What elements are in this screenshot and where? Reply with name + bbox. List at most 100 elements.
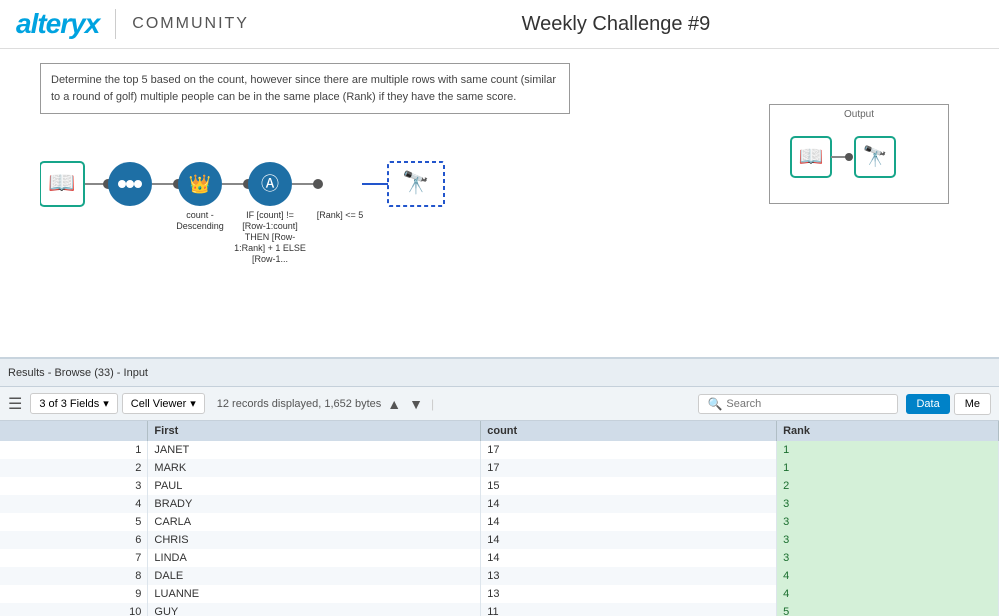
output-nodes: 📖 🔭 bbox=[789, 129, 929, 189]
svg-text:[Row-1:count]: [Row-1:count] bbox=[242, 221, 298, 231]
results-bar-label: Results - Browse (33) - Input bbox=[8, 367, 148, 379]
workflow: 📖 👑 Ⓐ 🔭 count - Descending IF [count] !=… bbox=[40, 129, 580, 329]
cell-count: 14 bbox=[481, 531, 777, 549]
header: alteryx COMMUNITY Weekly Challenge #9 bbox=[0, 0, 999, 49]
cell-first: GUY bbox=[148, 603, 481, 616]
col-header-count: count bbox=[481, 421, 777, 441]
sort-up-button[interactable]: ▲ bbox=[385, 396, 403, 412]
cell-rank: 1 bbox=[777, 441, 999, 459]
cell-record: 7 bbox=[0, 549, 148, 567]
cell-rank: 4 bbox=[777, 585, 999, 603]
svg-text:📖: 📖 bbox=[48, 170, 75, 195]
cell-rank: 3 bbox=[777, 531, 999, 549]
cell-first: JANET bbox=[148, 441, 481, 459]
cell-rank: 3 bbox=[777, 495, 999, 513]
table-row: 9LUANNE134 bbox=[0, 585, 999, 603]
cell-first: PAUL bbox=[148, 477, 481, 495]
table-row: 3PAUL152 bbox=[0, 477, 999, 495]
cell-count: 14 bbox=[481, 495, 777, 513]
cell-rank: 5 bbox=[777, 603, 999, 616]
challenge-title: Weekly Challenge #9 bbox=[522, 13, 711, 36]
cell-first: CHRIS bbox=[148, 531, 481, 549]
cell-viewer-dropdown-icon: ▾ bbox=[190, 397, 196, 410]
header-divider bbox=[115, 9, 116, 39]
cell-record: 3 bbox=[0, 477, 148, 495]
columns-icon[interactable]: ☰ bbox=[8, 394, 22, 414]
table-row: 10GUY115 bbox=[0, 603, 999, 616]
table-container[interactable]: First count Rank 1JANET1712MARK1713PAUL1… bbox=[0, 421, 999, 616]
table-row: 1JANET171 bbox=[0, 441, 999, 459]
cell-record: 1 bbox=[0, 441, 148, 459]
logo: alteryx bbox=[16, 8, 99, 40]
svg-text:Descending: Descending bbox=[176, 221, 224, 231]
svg-text:[Row-1...: [Row-1... bbox=[252, 254, 288, 264]
svg-text:[Rank] <= 5: [Rank] <= 5 bbox=[317, 210, 364, 220]
cell-first: CARLA bbox=[148, 513, 481, 531]
table-body: 1JANET1712MARK1713PAUL1524BRADY1435CARLA… bbox=[0, 441, 999, 616]
fields-btn-label: 3 of 3 Fields bbox=[39, 398, 99, 410]
col-header-first: First bbox=[148, 421, 481, 441]
cell-first: LINDA bbox=[148, 549, 481, 567]
description-box: Determine the top 5 based on the count, … bbox=[40, 63, 570, 114]
output-label: Output bbox=[844, 109, 874, 120]
cell-viewer-label: Cell Viewer bbox=[131, 398, 186, 410]
description-text: Determine the top 5 based on the count, … bbox=[51, 74, 556, 103]
cell-viewer-button[interactable]: Cell Viewer ▾ bbox=[122, 393, 205, 414]
svg-text:THEN [Row-: THEN [Row- bbox=[245, 232, 296, 242]
cell-count: 17 bbox=[481, 441, 777, 459]
table-row: 7LINDA143 bbox=[0, 549, 999, 567]
cell-record: 6 bbox=[0, 531, 148, 549]
cell-first: MARK bbox=[148, 459, 481, 477]
cell-first: LUANNE bbox=[148, 585, 481, 603]
table-row: 6CHRIS143 bbox=[0, 531, 999, 549]
svg-text:count -: count - bbox=[186, 210, 214, 220]
svg-text:Ⓐ: Ⓐ bbox=[261, 174, 279, 194]
cell-record: 10 bbox=[0, 603, 148, 616]
col-header-rank: Rank bbox=[777, 421, 999, 441]
search-icon: 🔍 bbox=[707, 397, 722, 411]
cell-record: 2 bbox=[0, 459, 148, 477]
cell-rank: 1 bbox=[777, 459, 999, 477]
cell-count: 14 bbox=[481, 549, 777, 567]
svg-text:📖: 📖 bbox=[799, 146, 824, 168]
table-row: 8DALE134 bbox=[0, 567, 999, 585]
data-button[interactable]: Data bbox=[906, 394, 949, 414]
svg-text:IF [count] !=: IF [count] != bbox=[246, 210, 294, 220]
cell-record: 5 bbox=[0, 513, 148, 531]
search-input[interactable] bbox=[726, 398, 889, 410]
cell-record: 9 bbox=[0, 585, 148, 603]
cell-rank: 4 bbox=[777, 567, 999, 585]
cell-count: 11 bbox=[481, 603, 777, 616]
table-row: 2MARK171 bbox=[0, 459, 999, 477]
cell-record: 4 bbox=[0, 495, 148, 513]
cell-record: 8 bbox=[0, 567, 148, 585]
col-header-record bbox=[0, 421, 148, 441]
cell-first: BRADY bbox=[148, 495, 481, 513]
table-row: 4BRADY143 bbox=[0, 495, 999, 513]
svg-text:👑: 👑 bbox=[189, 174, 211, 194]
fields-button[interactable]: 3 of 3 Fields ▾ bbox=[30, 393, 117, 414]
results-bar: Results - Browse (33) - Input bbox=[0, 359, 999, 387]
svg-text:🔭: 🔭 bbox=[402, 170, 429, 195]
record-info: 12 records displayed, 1,652 bytes bbox=[217, 398, 382, 410]
cell-rank: 3 bbox=[777, 549, 999, 567]
community-label: COMMUNITY bbox=[132, 15, 249, 33]
cell-rank: 3 bbox=[777, 513, 999, 531]
table-header-row: First count Rank bbox=[0, 421, 999, 441]
cell-count: 15 bbox=[481, 477, 777, 495]
svg-text:1:Rank] + 1 ELSE: 1:Rank] + 1 ELSE bbox=[234, 243, 306, 253]
cell-count: 14 bbox=[481, 513, 777, 531]
me-button[interactable]: Me bbox=[954, 393, 991, 415]
cell-first: DALE bbox=[148, 567, 481, 585]
cell-count: 17 bbox=[481, 459, 777, 477]
toolbar: ☰ 3 of 3 Fields ▾ Cell Viewer ▾ 12 recor… bbox=[0, 387, 999, 421]
data-table: First count Rank 1JANET1712MARK1713PAUL1… bbox=[0, 421, 999, 616]
cell-count: 13 bbox=[481, 567, 777, 585]
search-box[interactable]: 🔍 bbox=[698, 394, 898, 414]
sort-down-button[interactable]: ▼ bbox=[407, 396, 425, 412]
output-box: Output 📖 🔭 bbox=[769, 104, 949, 204]
cell-rank: 2 bbox=[777, 477, 999, 495]
canvas-area: Determine the top 5 based on the count, … bbox=[0, 49, 999, 359]
svg-text:🔭: 🔭 bbox=[863, 144, 888, 168]
fields-dropdown-icon: ▾ bbox=[103, 397, 109, 410]
